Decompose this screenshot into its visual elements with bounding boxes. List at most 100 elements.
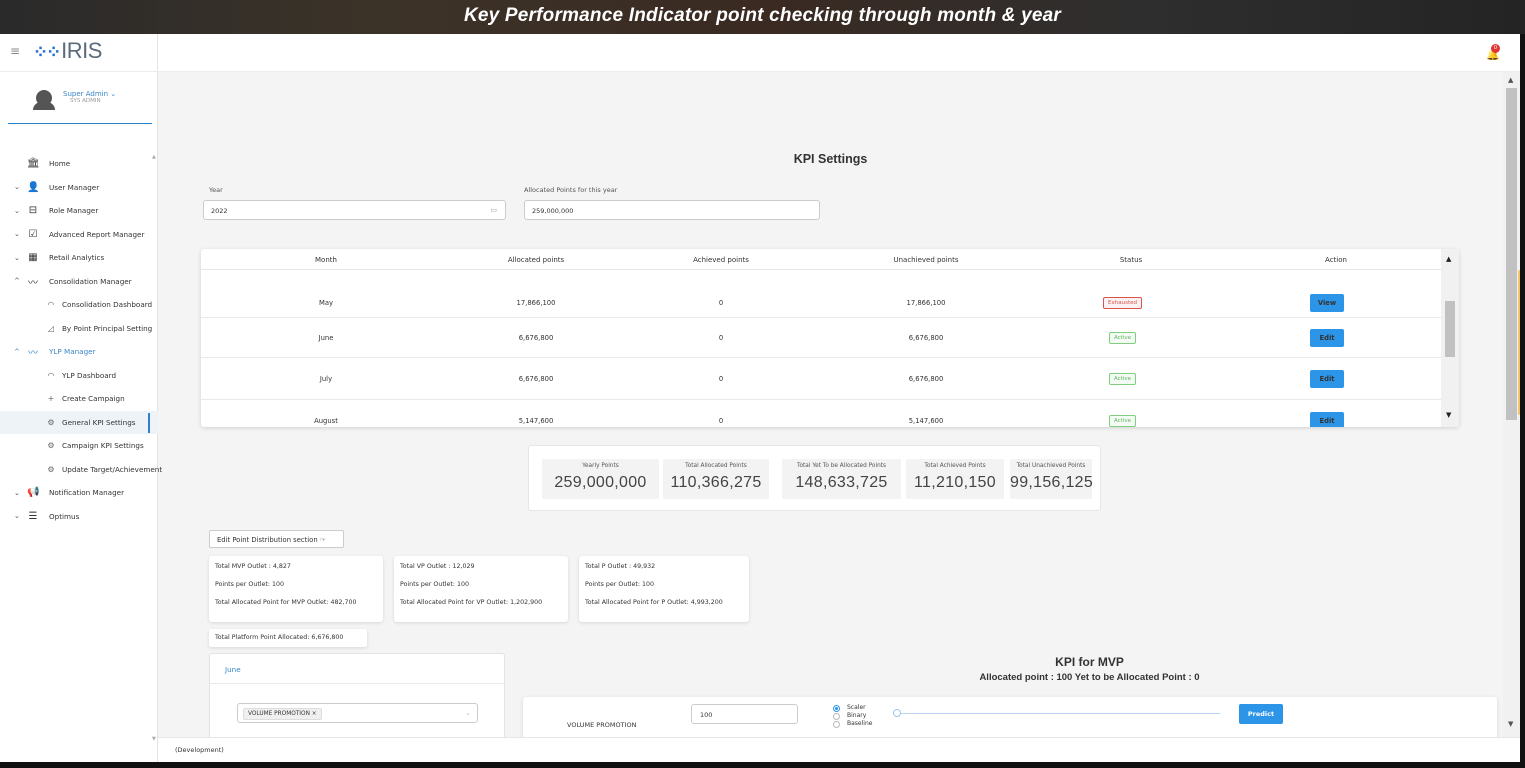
report-icon: ☑ — [28, 228, 38, 240]
june-panel-title[interactable]: June — [210, 654, 504, 684]
table-row: May 17,866,100 0 17,866,100 Exhausted View — [201, 288, 1441, 318]
cell-month: August — [314, 417, 338, 425]
edit-button[interactable]: Edit — [1310, 329, 1344, 347]
sidebar-item[interactable]: ⌄ ☰ Optimus — [0, 505, 158, 529]
allocated-points-field[interactable]: 259,000,000 — [524, 200, 820, 220]
sidebar-nav: 🏛 Home ⌄ 👤 User Manager ⌄ ⊟ Role Manager ⌄ ☑ Advan… — [0, 152, 162, 529]
sidebar-item[interactable]: ⌄ ⊟ Role Manager — [0, 199, 158, 223]
summary-card: Total Allocated Points 110,366,275 — [663, 459, 769, 499]
sidebar-item[interactable]: ⌄ ▦ Retail Analytics — [0, 246, 158, 270]
logo[interactable]: ⁘⁘IRIS — [33, 38, 102, 64]
megaphone-icon: 📢 — [27, 487, 40, 499]
kpi-type-radios: Scaler Binary Baseline — [833, 704, 872, 728]
cell-allocated: 17,866,100 — [516, 299, 556, 307]
radio-baseline[interactable]: Baseline — [833, 720, 872, 728]
cell-month: May — [318, 299, 334, 307]
menu-toggle-icon[interactable]: ≡ — [10, 44, 20, 58]
radio-binary[interactable]: Binary — [833, 712, 872, 720]
summary-card-value: 99,156,125 — [1010, 474, 1094, 491]
sidebar-item-label: User Manager — [49, 182, 100, 192]
sidebar-item[interactable]: + Create Campaign — [0, 387, 158, 411]
chevron-icon[interactable]: ⌄ — [14, 254, 20, 262]
sidebar-item[interactable]: ^ 〰 YLP Manager — [0, 340, 158, 364]
scroll-thumb[interactable] — [1445, 301, 1455, 357]
radio-dot — [833, 713, 840, 720]
edit-point-distribution-button[interactable]: Edit Point Distribution section ☞ — [209, 530, 344, 548]
cell-allocated: 6,676,800 — [518, 334, 554, 342]
predict-button[interactable]: Predict — [1239, 704, 1283, 724]
radio-scaler[interactable]: Scaler — [833, 704, 872, 712]
chevron-icon[interactable]: ^ — [14, 277, 20, 285]
avatar — [33, 90, 55, 110]
calendar-icon[interactable]: ▭ — [490, 206, 497, 214]
sidebar-item[interactable]: ⌄ 📢 Notification Manager — [0, 481, 158, 505]
scroll-down-icon[interactable]: ▼ — [1446, 411, 1451, 419]
col-month: Month — [315, 256, 337, 264]
col-achieved: Achieved points — [693, 256, 749, 264]
chevron-down-icon[interactable]: ⌄ — [465, 709, 471, 717]
summary-card-title: Total Allocated Points — [685, 463, 747, 469]
outlet-card-total: Total Allocated Point for MVP Outlet: 48… — [215, 599, 357, 606]
sidebar-item-label: Advanced Report Manager — [49, 229, 145, 239]
bottom-edge — [0, 762, 1525, 768]
chevron-icon[interactable]: ⌄ — [14, 183, 20, 191]
table-scrollbar[interactable]: ▲ ▼ — [1441, 249, 1459, 427]
cell-allocated: 6,676,800 — [518, 375, 554, 383]
allocated-points-value: 259,000,000 — [532, 207, 574, 215]
chevron-icon[interactable]: ^ — [14, 348, 20, 356]
dashboard-icon: ◠ — [47, 370, 55, 380]
sidebar-item[interactable]: ◠ YLP Dashboard — [0, 364, 158, 388]
year-picker[interactable]: 2022 ▭ — [203, 200, 506, 220]
sidebar-item[interactable]: ⚙ Update Target/Achievement — [0, 458, 162, 482]
outlet-card: Total VP Outlet : 12,029 Points per Outle… — [394, 556, 568, 622]
page-scroll-thumb[interactable] — [1506, 88, 1517, 420]
logo-row: ≡ ⁘⁘IRIS — [0, 34, 158, 72]
kpi-value-input[interactable]: 100 — [691, 704, 798, 724]
sidebar-item[interactable]: ^ 〰 Consolidation Manager — [0, 270, 158, 294]
cell-unachieved: 17,866,100 — [906, 299, 946, 307]
cell-achieved: 0 — [718, 334, 724, 342]
sidebar-item[interactable]: ⚙ General KPI Settings — [0, 410, 158, 434]
sidebar-item-label: YLP Manager — [49, 347, 96, 357]
sidebar-item[interactable]: ⚙ Campaign KPI Settings — [0, 434, 158, 458]
sidebar-item[interactable]: ◿ By Point Principal Setting — [0, 317, 158, 341]
logo-mark: ⁘⁘ — [33, 42, 61, 62]
summary-card-value: 148,633,725 — [795, 474, 888, 491]
plus-icon: + — [47, 394, 55, 404]
chevron-icon[interactable]: ⌄ — [14, 489, 20, 497]
sidebar-scroll-down-icon[interactable]: ▼ — [152, 736, 156, 742]
summary-card-title: Total Unachieved Points — [1016, 463, 1086, 469]
kpi-chip[interactable]: VOLUME PROMOTION × — [243, 708, 322, 720]
chevron-icon[interactable]: ⌄ — [14, 512, 20, 520]
cell-unachieved: 5,147,600 — [908, 417, 944, 425]
view-button[interactable]: View — [1310, 294, 1344, 312]
kpi-slider-track[interactable] — [895, 713, 1220, 714]
kpi-multiselect[interactable]: VOLUME PROMOTION × ⌄ — [237, 703, 478, 723]
chevron-icon[interactable]: ⌄ — [14, 230, 20, 238]
sidebar-item[interactable]: ⌄ 👤 User Manager — [0, 176, 158, 200]
sidebar-item[interactable]: ⌄ ☑ Advanced Report Manager — [0, 223, 158, 247]
home-icon: 🏛 — [27, 158, 40, 170]
page-scroll-down-icon[interactable]: ▼ — [1508, 720, 1513, 728]
edit-button[interactable]: Edit — [1310, 370, 1344, 388]
sidebar-item[interactable]: 🏛 Home — [0, 152, 158, 176]
cell-unachieved: 6,676,800 — [908, 334, 944, 342]
user-name[interactable]: Super Admin ⌄ — [63, 90, 116, 98]
trend-icon: 〰 — [28, 277, 38, 289]
kpi-slider-handle[interactable] — [893, 709, 901, 717]
notification-bell-icon[interactable]: 🔔 0 — [1486, 44, 1500, 61]
summary-card-value: 110,366,275 — [670, 474, 762, 491]
edit-button[interactable]: Edit — [1310, 412, 1344, 427]
sidebar-item[interactable]: ◠ Consolidation Dashboard — [0, 293, 158, 317]
table-header: Month Allocated points Achieved points U… — [201, 249, 1441, 270]
chevron-icon[interactable]: ⌄ — [14, 207, 20, 215]
user-profile[interactable]: Super Admin ⌄ SYS ADMIN — [8, 82, 152, 124]
scroll-up-icon[interactable]: ▲ — [1446, 255, 1451, 263]
allocated-points-label: Allocated Points for this year — [524, 186, 618, 194]
summary-card-title: Yearly Points — [582, 463, 619, 469]
sidebar-item-label: Optimus — [49, 511, 80, 521]
cell-achieved: 0 — [718, 375, 724, 383]
sidebar-item-label: General KPI Settings — [62, 417, 136, 427]
table-row: July 6,676,800 0 6,676,800 Active Edit — [201, 358, 1441, 400]
page-scroll-up-icon[interactable]: ▲ — [1508, 76, 1513, 84]
